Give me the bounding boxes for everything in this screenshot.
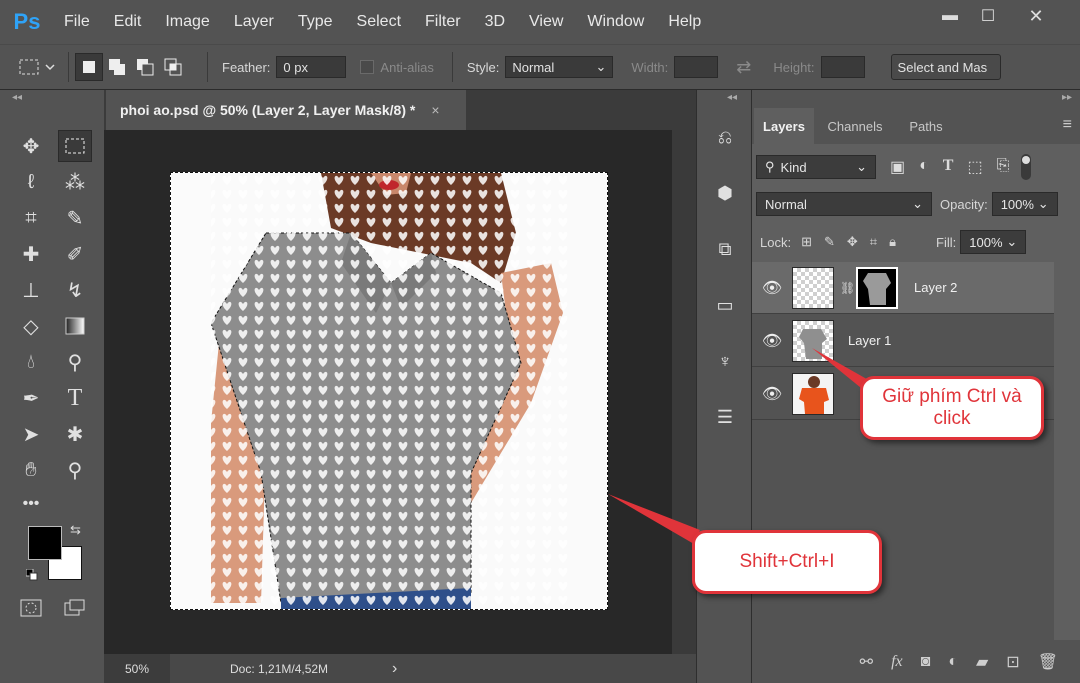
ctrl-click-callout: Giữ phím Ctrl và click (860, 376, 1044, 440)
callout-arrows (608, 348, 872, 544)
shortcut-callout: Shift+Ctrl+I (692, 530, 882, 594)
